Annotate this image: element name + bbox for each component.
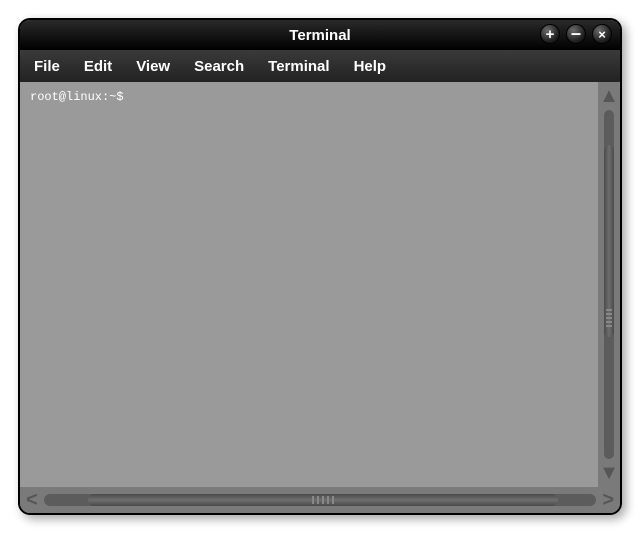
new-tab-button[interactable]: + (540, 24, 560, 44)
scroll-left-arrow-icon[interactable]: < (26, 490, 38, 510)
window-title: Terminal (289, 27, 350, 44)
horizontal-scroll-thumb[interactable] (88, 494, 558, 506)
horizontal-scrollbar: < > (20, 487, 620, 513)
minus-icon: – (571, 24, 581, 42)
menu-terminal[interactable]: Terminal (268, 58, 329, 75)
terminal-output[interactable]: root@linux:~$ (20, 82, 598, 487)
close-button[interactable]: × (592, 24, 612, 44)
scroll-up-arrow-icon[interactable]: ▲ (599, 86, 619, 106)
menu-file[interactable]: File (34, 58, 60, 75)
menubar: File Edit View Search Terminal Help (20, 50, 620, 82)
scroll-down-arrow-icon[interactable]: ▼ (599, 463, 619, 483)
prompt: root@linux:~$ (30, 90, 124, 104)
close-icon: × (598, 28, 606, 41)
window-controls: + – × (540, 24, 612, 44)
vertical-scroll-thumb[interactable] (604, 145, 614, 337)
menu-edit[interactable]: Edit (84, 58, 112, 75)
content-area: root@linux:~$ ▲ ▼ (20, 82, 620, 487)
menu-help[interactable]: Help (354, 58, 387, 75)
menu-view[interactable]: View (136, 58, 170, 75)
scroll-right-arrow-icon[interactable]: > (602, 490, 614, 510)
titlebar[interactable]: Terminal + – × (20, 20, 620, 50)
vertical-scrollbar: ▲ ▼ (598, 82, 620, 487)
vertical-scroll-track[interactable] (604, 110, 614, 459)
menu-search[interactable]: Search (194, 58, 244, 75)
plus-icon: + (546, 27, 555, 42)
terminal-window: Terminal + – × File Edit View Search Ter… (18, 18, 622, 515)
horizontal-scroll-track[interactable] (44, 494, 597, 506)
minimize-button[interactable]: – (566, 24, 586, 44)
